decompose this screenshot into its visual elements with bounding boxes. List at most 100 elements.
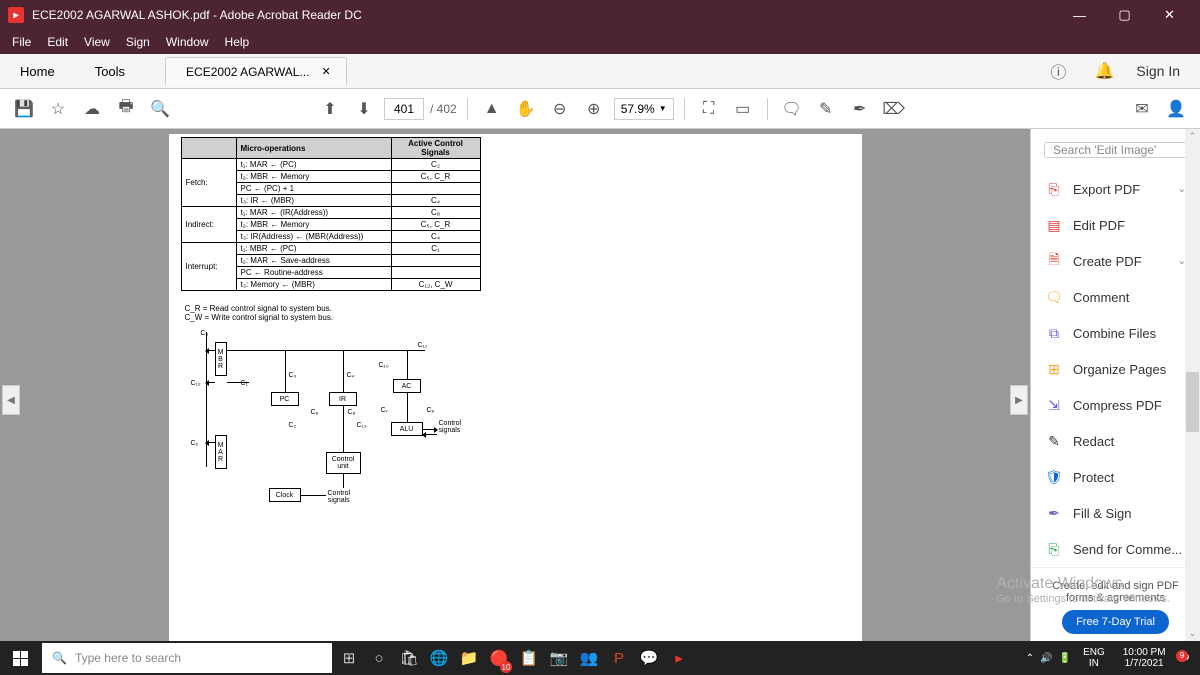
read-mode-icon[interactable]: ▭ [729, 95, 757, 123]
file-explorer-icon[interactable]: 📁 [454, 641, 484, 675]
menu-edit[interactable]: Edit [39, 35, 76, 49]
stamp-icon[interactable]: ⌦ [880, 95, 908, 123]
bell-icon[interactable]: 🔔 [1090, 57, 1118, 85]
tool-icon: 🗎 [1045, 252, 1063, 270]
notifications-icon[interactable]: 💬 [1178, 653, 1190, 664]
store-icon[interactable]: 🛍 [394, 641, 424, 675]
tool-icon: 🛡 [1045, 468, 1063, 486]
save-icon[interactable]: 💾 [10, 95, 38, 123]
cpu-block-diagram: M B R M A R PC IR AC ALU Control unit Cl… [181, 332, 471, 527]
tab-tools[interactable]: Tools [75, 54, 145, 88]
office-icon[interactable]: 📋 [514, 641, 544, 675]
star-icon[interactable]: ☆ [44, 95, 72, 123]
start-button[interactable] [0, 641, 40, 675]
tools-search-input[interactable]: Search 'Edit Image' [1044, 142, 1187, 158]
sign-in-link[interactable]: Sign In [1136, 63, 1180, 79]
task-view-icon[interactable]: ⊞ [334, 641, 364, 675]
tray-expand-icon[interactable]: ⌃ [1026, 653, 1034, 664]
tool-item-compress-pdf[interactable]: ⇲Compress PDF [1031, 387, 1200, 423]
camera-icon[interactable]: 📷 [544, 641, 574, 675]
document-tab[interactable]: ECE2002 AGARWAL... ✕ [165, 57, 347, 85]
minimize-button[interactable]: — [1057, 0, 1102, 30]
tab-bar: Home Tools ECE2002 AGARWAL... ✕ ⓘ 🔔 Sign… [0, 54, 1200, 89]
toolbar: 💾 ☆ ☁ 🖶 🔍 ⬆ ⬇ / 402 ▲ ✋ ⊖ ⊕ 57.9%▼ ⛶ ▭ 🗨… [0, 89, 1200, 129]
menu-view[interactable]: View [76, 35, 118, 49]
document-tab-close-icon[interactable]: ✕ [321, 65, 330, 78]
menu-window[interactable]: Window [158, 35, 217, 49]
page-total: / 402 [430, 102, 457, 116]
cortana-icon[interactable]: ○ [364, 641, 394, 675]
zoom-level-select[interactable]: 57.9%▼ [614, 98, 674, 120]
battery-icon[interactable]: 🔋 [1059, 653, 1071, 664]
app-icon: ▸ [8, 7, 24, 23]
page-up-icon[interactable]: ⬆ [316, 95, 344, 123]
tool-item-export-pdf[interactable]: ⎘Export PDF⌄ [1031, 171, 1200, 207]
volume-icon[interactable]: 🔊 [1040, 653, 1052, 664]
promo-block: Create, edit and sign PDF forms & agreem… [1031, 567, 1200, 646]
adobe-reader-taskbar-icon[interactable]: ▸ [664, 641, 694, 675]
help-icon[interactable]: ⓘ [1044, 57, 1072, 85]
tool-item-combine-files[interactable]: ⧉Combine Files [1031, 315, 1200, 351]
windows-taskbar: 🔍 Type here to search ⊞ ○ 🛍 🌐 📁 🔴 📋 📷 👥 … [0, 641, 1200, 675]
tab-home[interactable]: Home [0, 54, 75, 88]
tool-icon: ✒ [1045, 504, 1063, 522]
fit-width-icon[interactable]: ⛶ [695, 95, 723, 123]
menu-help[interactable]: Help [217, 35, 258, 49]
search-icon[interactable]: 🔍 [146, 95, 174, 123]
sign-icon[interactable]: ✒ [846, 95, 874, 123]
window-title: ECE2002 AGARWAL ASHOK.pdf - Adobe Acroba… [32, 8, 362, 22]
tool-icon: ✎ [1045, 432, 1063, 450]
clock[interactable]: 10:00 PM1/7/2021 [1117, 647, 1172, 669]
search-icon: 🔍 [52, 651, 67, 665]
tool-icon: ⎘ [1045, 540, 1063, 558]
document-tab-label: ECE2002 AGARWAL... [186, 65, 309, 79]
free-trial-button[interactable]: Free 7-Day Trial [1062, 610, 1169, 634]
language-indicator[interactable]: ENGIN [1077, 647, 1111, 669]
prev-page-button[interactable]: ◀ [2, 385, 20, 415]
micro-operations-table: Micro-operations Active Control Signals … [181, 137, 481, 291]
tool-item-protect[interactable]: 🛡Protect [1031, 459, 1200, 495]
print-icon[interactable]: 🖶 [112, 95, 140, 123]
menu-sign[interactable]: Sign [118, 35, 158, 49]
page-down-icon[interactable]: ⬇ [350, 95, 378, 123]
comment-icon[interactable]: 🗨 [778, 95, 806, 123]
teams-icon[interactable]: 👥 [574, 641, 604, 675]
next-page-button[interactable]: ▶ [1010, 385, 1028, 415]
whatsapp-icon[interactable]: 💬 [634, 641, 664, 675]
selection-tool-icon[interactable]: ▲ [478, 95, 506, 123]
page-number-input[interactable] [384, 98, 424, 120]
tool-item-fill-sign[interactable]: ✒Fill & Sign [1031, 495, 1200, 531]
pdf-page: Micro-operations Active Control Signals … [169, 134, 862, 641]
tool-icon: ⊞ [1045, 360, 1063, 378]
powerpoint-icon[interactable]: P [604, 641, 634, 675]
zoom-out-icon[interactable]: ⊖ [546, 95, 574, 123]
window-titlebar: ▸ ECE2002 AGARWAL ASHOK.pdf - Adobe Acro… [0, 0, 1200, 30]
close-button[interactable]: ✕ [1147, 0, 1192, 30]
share-icon[interactable]: ✉ [1128, 95, 1156, 123]
tool-item-send-for-comme-[interactable]: ⎘Send for Comme... [1031, 531, 1200, 567]
chrome-icon[interactable]: 🔴 [484, 641, 514, 675]
tool-icon: 🗨 [1045, 288, 1063, 306]
tool-icon: ▤ [1045, 216, 1063, 234]
edge-icon[interactable]: 🌐 [424, 641, 454, 675]
more-icon[interactable]: 👤 [1162, 95, 1190, 123]
highlight-icon[interactable]: ✎ [812, 95, 840, 123]
tool-item-create-pdf[interactable]: 🗎Create PDF⌄ [1031, 243, 1200, 279]
document-viewport: ◀ ▶ Micro-operations Active Control Sign… [0, 129, 1030, 641]
tool-item-comment[interactable]: 🗨Comment [1031, 279, 1200, 315]
panel-scrollbar[interactable]: ⌃⌄ [1185, 129, 1200, 641]
tool-item-redact[interactable]: ✎Redact [1031, 423, 1200, 459]
menu-file[interactable]: File [4, 35, 39, 49]
tool-item-edit-pdf[interactable]: ▤Edit PDF [1031, 207, 1200, 243]
maximize-button[interactable]: ▢ [1102, 0, 1147, 30]
zoom-in-icon[interactable]: ⊕ [580, 95, 608, 123]
system-tray: ⌃ 🔊 🔋 ENGIN 10:00 PM1/7/2021 💬 [1026, 647, 1200, 669]
table-notes: C_R = Read control signal to system bus.… [185, 304, 334, 322]
cloud-icon[interactable]: ☁ [78, 95, 106, 123]
hand-tool-icon[interactable]: ✋ [512, 95, 540, 123]
menu-bar: File Edit View Sign Window Help [0, 30, 1200, 54]
tool-item-organize-pages[interactable]: ⊞Organize Pages [1031, 351, 1200, 387]
tool-icon: ⇲ [1045, 396, 1063, 414]
tool-icon: ⧉ [1045, 324, 1063, 342]
taskbar-search-input[interactable]: 🔍 Type here to search [42, 643, 332, 673]
